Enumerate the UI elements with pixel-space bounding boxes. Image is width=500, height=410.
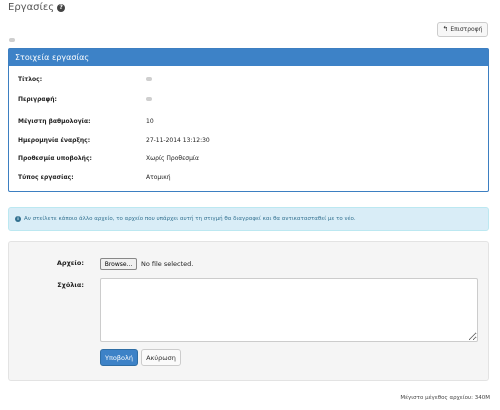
cancel-button[interactable]: Ακύρωση [141, 349, 181, 366]
detail-label: Περιγραφή: [18, 96, 57, 103]
comments-label: Σχόλια: [57, 281, 84, 289]
detail-label: Τύπος εργασίας: [18, 174, 74, 181]
info-alert: i Αν στείλετε κάποιο άλλο αρχείο, το αρχ… [8, 207, 489, 231]
help-icon[interactable]: ? [57, 3, 66, 12]
placeholder-mark [9, 38, 15, 42]
panel-heading: Στοιχεία εργασίας [9, 49, 488, 66]
page-title-text: Εργασίες [8, 2, 55, 13]
back-button-label: Επιστροφή [450, 26, 483, 33]
description-value-mark [146, 97, 152, 101]
info-icon: i [15, 216, 21, 222]
comments-textarea[interactable] [100, 278, 478, 342]
back-arrow-icon: ↰ [442, 25, 449, 33]
detail-label: Τίτλος: [18, 76, 43, 83]
back-button[interactable]: ↰ Επιστροφή [437, 22, 488, 37]
submit-button[interactable]: Υποβολή [100, 349, 138, 366]
detail-value: Χωρίς Προθεσμία [146, 155, 199, 162]
detail-value: 27-11-2014 13:12:30 [146, 137, 210, 144]
browse-button[interactable]: Browse... [100, 258, 137, 270]
title-value-mark [146, 77, 152, 81]
detail-value: Ατομική [146, 174, 171, 181]
detail-label: Προθεσμία υποβολής: [18, 155, 92, 162]
file-label: Αρχείο: [56, 259, 84, 267]
detail-value: 10 [146, 118, 154, 125]
detail-label: Μέγιστη βαθμολογία: [18, 118, 91, 125]
panel-heading-text: Στοιχεία εργασίας [15, 53, 90, 62]
page-title: Εργασίες ? [8, 2, 66, 13]
file-status: No file selected. [141, 260, 194, 268]
info-alert-text: Αν στείλετε κάποιο άλλο αρχείο, το αρχεί… [24, 216, 356, 222]
detail-label: Ημερομηνία έναρξης: [18, 137, 91, 144]
assignment-details-panel: Στοιχεία εργασίας Τίτλος: Περιγραφή: Μέγ… [8, 48, 489, 192]
max-file-size-note: Μέγιστο μέγεθος αρχείου: 340M [400, 395, 490, 401]
